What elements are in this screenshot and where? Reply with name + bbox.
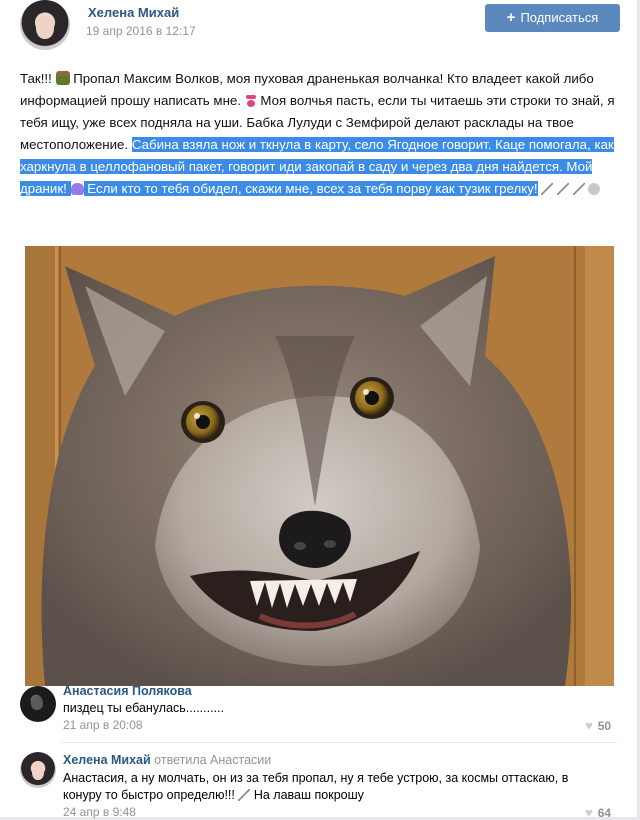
avatar[interactable] xyxy=(20,752,56,788)
knife-emoji-icon xyxy=(572,183,585,195)
comment-author[interactable]: Анастасия Полякова xyxy=(63,684,192,698)
comment-text: Анастасия, а ну молчать, он из за тебя п… xyxy=(63,770,608,804)
subscribe-button[interactable]: + Подписаться xyxy=(485,4,620,32)
knife-emoji-icon xyxy=(238,789,251,801)
comment-date[interactable]: 21 апр в 20:08 xyxy=(63,718,143,732)
purple-heart-emoji-icon xyxy=(70,183,84,195)
post-photo[interactable] xyxy=(25,246,614,686)
face-emoji-icon xyxy=(588,183,601,195)
heart-icon: ♥ xyxy=(585,805,593,820)
heart-icon: ♥ xyxy=(585,718,593,733)
post-text: Так!!! Пропал Максим Волков, моя пуховая… xyxy=(20,68,620,200)
comment-text: пиздец ты ебанулась........... xyxy=(63,701,224,715)
subscribe-label: Подписаться xyxy=(520,10,599,25)
plus-icon: + xyxy=(506,9,516,26)
post-author[interactable]: Хелена Михай xyxy=(88,5,179,20)
selected-text: Если кто то тебя обидел, скажи мне, всех… xyxy=(87,181,538,196)
comment-text-part: На лаваш покрошу xyxy=(253,788,364,802)
avatar[interactable] xyxy=(20,0,70,50)
post-date[interactable]: 19 апр 2016 в 12:17 xyxy=(86,24,196,38)
comment-date[interactable]: 24 апр в 9:48 xyxy=(63,805,136,819)
like-count: 50 xyxy=(597,719,612,733)
like-count: 64 xyxy=(597,806,612,820)
tree-emoji-icon xyxy=(55,71,70,85)
post-text-part: Так!!! xyxy=(20,71,52,86)
avatar[interactable] xyxy=(20,686,56,722)
divider xyxy=(62,742,617,743)
knife-emoji-icon xyxy=(541,183,554,195)
comment-author-name[interactable]: Анастасия Полякова xyxy=(63,684,192,698)
comment-author: Хелена Михай ответила Анастасии xyxy=(63,753,271,767)
paw-emoji-icon xyxy=(245,95,257,107)
wolf-image xyxy=(41,246,576,686)
comment-author-name[interactable]: Хелена Михай xyxy=(63,753,151,767)
like-button[interactable]: ♥ 50 xyxy=(585,718,611,733)
reply-to-label[interactable]: ответила Анастасии xyxy=(154,753,271,767)
knife-emoji-icon xyxy=(556,183,569,195)
like-button[interactable]: ♥ 64 xyxy=(585,805,611,820)
